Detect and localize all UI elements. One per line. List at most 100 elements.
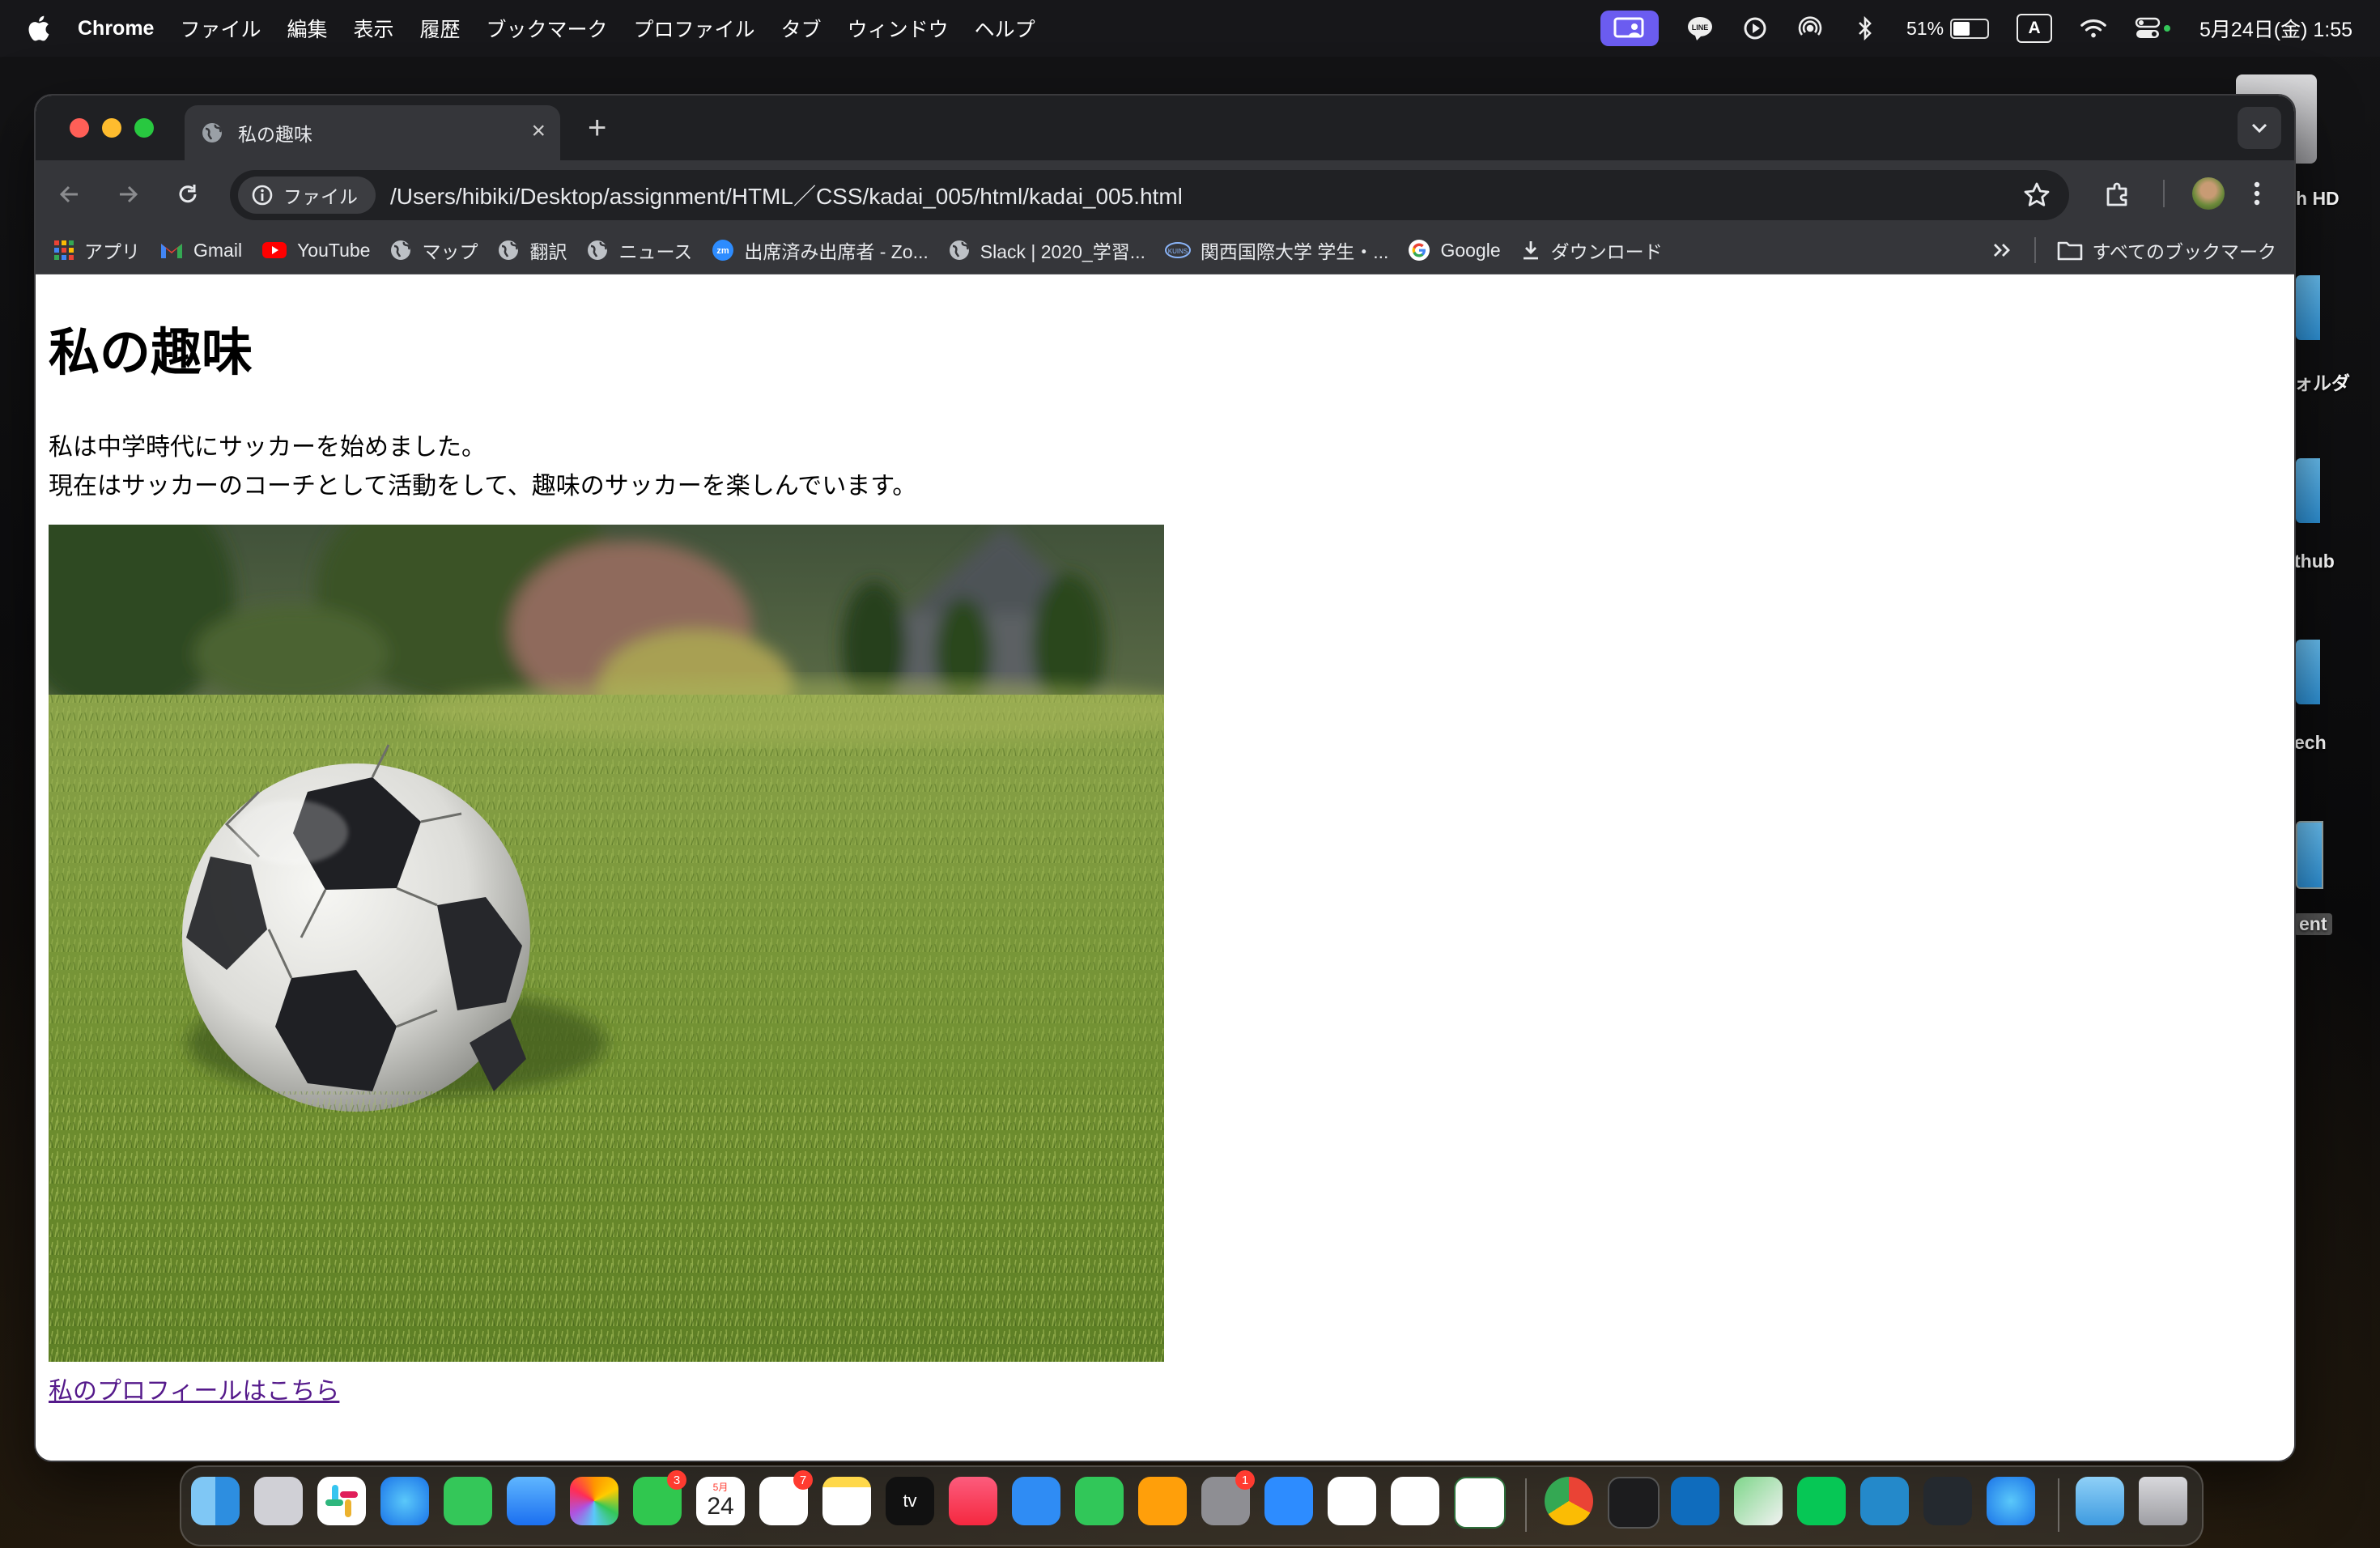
github-desktop-icon[interactable] <box>1923 1477 1972 1525</box>
all-bookmarks-button[interactable]: すべてのブックマーク <box>2057 236 2276 264</box>
calendar-icon[interactable]: 5月 24 <box>696 1477 745 1525</box>
downloads-folder-icon[interactable] <box>2076 1477 2124 1525</box>
zoom-icon[interactable] <box>1264 1477 1313 1525</box>
control-center-icon[interactable] <box>2135 15 2172 42</box>
safari-technology-preview-icon[interactable] <box>1987 1477 2035 1525</box>
input-source-icon[interactable]: A <box>2017 14 2053 43</box>
tv-icon[interactable]: tv <box>886 1477 934 1525</box>
bookmark-maps[interactable]: マップ <box>389 236 478 264</box>
menu-edit[interactable]: 編集 <box>287 14 327 43</box>
menu-profile[interactable]: プロファイル <box>634 14 755 43</box>
menu-bookmarks[interactable]: ブックマーク <box>487 14 608 43</box>
bookmark-label: 翻訳 <box>529 241 567 262</box>
photos-icon[interactable] <box>570 1477 618 1525</box>
minimize-window-button[interactable] <box>102 118 121 138</box>
soccer-ball-image <box>49 525 1164 1362</box>
terminal-icon[interactable] <box>1608 1477 1660 1529</box>
site-info-chip[interactable]: ファイル <box>238 176 376 214</box>
maps-icon[interactable] <box>1734 1477 1783 1525</box>
menu-view[interactable]: 表示 <box>354 14 394 43</box>
folder-icon[interactable] <box>2296 458 2320 523</box>
safari-icon[interactable] <box>380 1477 429 1525</box>
chevron-double-right-icon[interactable] <box>1992 242 2013 258</box>
vscode-icon[interactable] <box>1860 1477 1909 1525</box>
kuins-icon: KUINS <box>1164 242 1191 258</box>
bluetooth-icon[interactable] <box>1851 15 1879 42</box>
notes-icon[interactable] <box>822 1477 871 1525</box>
toolbar-right <box>2102 160 2294 227</box>
bookmark-google[interactable]: Google <box>1408 239 1501 262</box>
extensions-icon[interactable] <box>2102 177 2134 210</box>
trash-icon[interactable] <box>2139 1477 2187 1525</box>
facetime-icon[interactable]: 3 <box>633 1470 686 1525</box>
airdrop-icon[interactable] <box>1796 15 1824 42</box>
w3schools-icon[interactable] <box>1454 1477 1506 1529</box>
globe-icon <box>202 123 222 142</box>
tab-active[interactable]: 私の趣味 × <box>185 105 560 160</box>
menu-history[interactable]: 履歴 <box>420 14 461 43</box>
bookmark-downloads[interactable]: ダウンロード <box>1520 236 1663 264</box>
menu-tab[interactable]: タブ <box>781 14 822 43</box>
messages-icon[interactable] <box>444 1477 492 1525</box>
back-arrow-icon <box>59 185 78 203</box>
close-tab-icon[interactable]: × <box>531 119 546 143</box>
bookmark-youtube[interactable]: YouTube <box>261 240 370 262</box>
finder-icon[interactable] <box>191 1477 240 1525</box>
new-tab-button[interactable]: + <box>588 110 606 147</box>
address-bar[interactable]: ファイル /Users/hibiki/Desktop/assignment/HT… <box>230 170 2069 220</box>
close-window-button[interactable] <box>70 118 89 138</box>
chrome-icon[interactable] <box>1545 1477 1593 1525</box>
bookmark-translate[interactable]: 翻訳 <box>497 236 567 264</box>
menu-clock[interactable]: 5月24日(金) 1:55 <box>2199 14 2352 43</box>
bookmark-slack[interactable]: Slack | 2020_学習... <box>948 236 1145 264</box>
play-icon[interactable] <box>1741 15 1769 42</box>
profile-avatar[interactable] <box>2192 177 2225 210</box>
folder-icon[interactable] <box>2296 640 2320 704</box>
tab-search-button[interactable] <box>2238 107 2281 149</box>
mail-icon[interactable] <box>507 1477 555 1525</box>
toolbar: ファイル /Users/hibiki/Desktop/assignment/HT… <box>36 160 2294 227</box>
apple-icon[interactable] <box>26 15 50 42</box>
forward-button[interactable] <box>110 176 146 212</box>
folder-icon[interactable] <box>2296 821 2323 889</box>
reminders-icon[interactable]: 7 <box>759 1470 813 1525</box>
back-button[interactable] <box>52 176 87 212</box>
launchpad-icon[interactable] <box>254 1477 303 1525</box>
bookmark-apps[interactable]: アプリ <box>53 236 140 264</box>
scrivener-icon[interactable] <box>1391 1477 1439 1525</box>
bookmark-gmail[interactable]: Gmail <box>159 240 242 262</box>
profile-link[interactable]: 私のプロフィールはこちら <box>49 1371 339 1406</box>
screen-share-icon[interactable] <box>1600 11 1659 46</box>
music-icon[interactable] <box>949 1477 997 1525</box>
url-text[interactable]: /Users/hibiki/Desktop/assignment/HTML／CS… <box>390 179 1183 211</box>
bookmark-star-icon[interactable] <box>2022 181 2051 210</box>
menu-window[interactable]: ウィンドウ <box>848 14 949 43</box>
line-icon[interactable]: LINE <box>1686 15 1714 42</box>
wifi-icon[interactable] <box>2080 15 2107 42</box>
numbers-icon[interactable] <box>1075 1477 1124 1525</box>
line-app-icon[interactable] <box>1797 1477 1846 1525</box>
more-menu-icon[interactable] <box>2252 179 2262 208</box>
google-icon <box>1409 240 1430 261</box>
app-menu-chrome[interactable]: Chrome <box>78 17 154 40</box>
menu-help[interactable]: ヘルプ <box>975 14 1035 43</box>
globe-icon <box>588 240 608 260</box>
system-settings-icon[interactable]: 1 <box>1201 1470 1255 1525</box>
bookmark-kuins[interactable]: KUINS 関西国際大学 学生・... <box>1164 236 1388 264</box>
folder-icon[interactable] <box>2296 275 2320 340</box>
menu-file[interactable]: ファイル <box>180 14 261 43</box>
reload-button[interactable] <box>170 176 206 212</box>
bookmark-zoom[interactable]: zm 出席済み出席者 - Zo... <box>712 236 929 264</box>
bookmark-news[interactable]: ニュース <box>586 236 692 264</box>
tab-strip: 私の趣味 × + <box>36 96 2294 160</box>
zoom-window-button[interactable] <box>134 118 154 138</box>
slack-icon[interactable] <box>317 1477 366 1525</box>
outlook-icon[interactable] <box>1671 1477 1719 1525</box>
pages-icon[interactable] <box>1138 1477 1187 1525</box>
paragraph-line-1: 私は中学時代にサッカーを始めました。 <box>49 433 486 461</box>
facetime-badge: 3 <box>667 1470 686 1490</box>
download-icon <box>1523 241 1538 260</box>
battery-status[interactable]: 51% <box>1906 18 1990 40</box>
google-meet-icon[interactable] <box>1328 1477 1376 1525</box>
keynote-icon[interactable] <box>1012 1477 1060 1525</box>
